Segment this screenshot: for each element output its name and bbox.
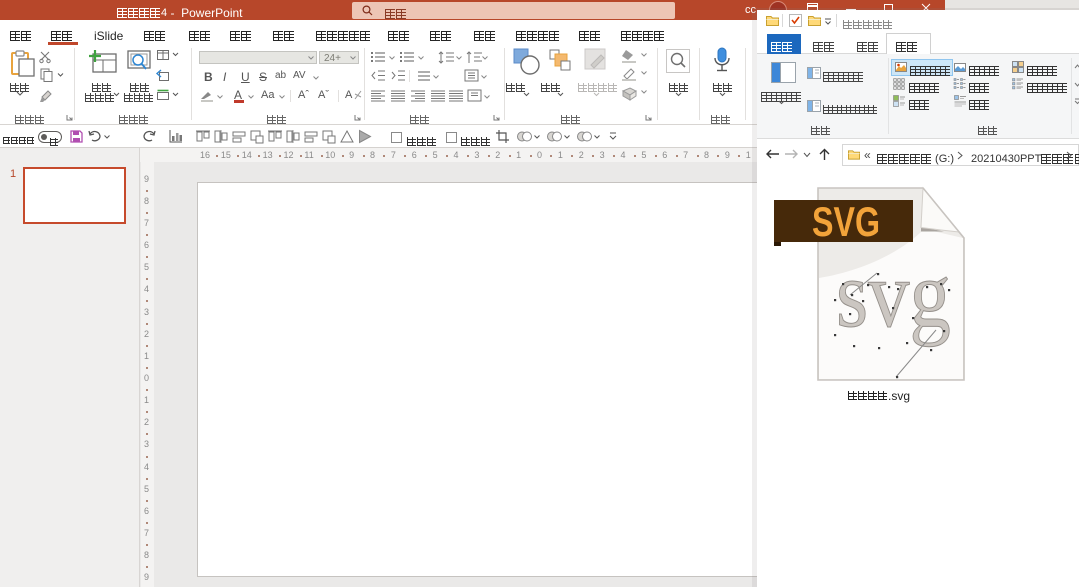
svg-text:SVG: SVG xyxy=(812,198,880,245)
svg-text:svg: svg xyxy=(836,243,951,348)
